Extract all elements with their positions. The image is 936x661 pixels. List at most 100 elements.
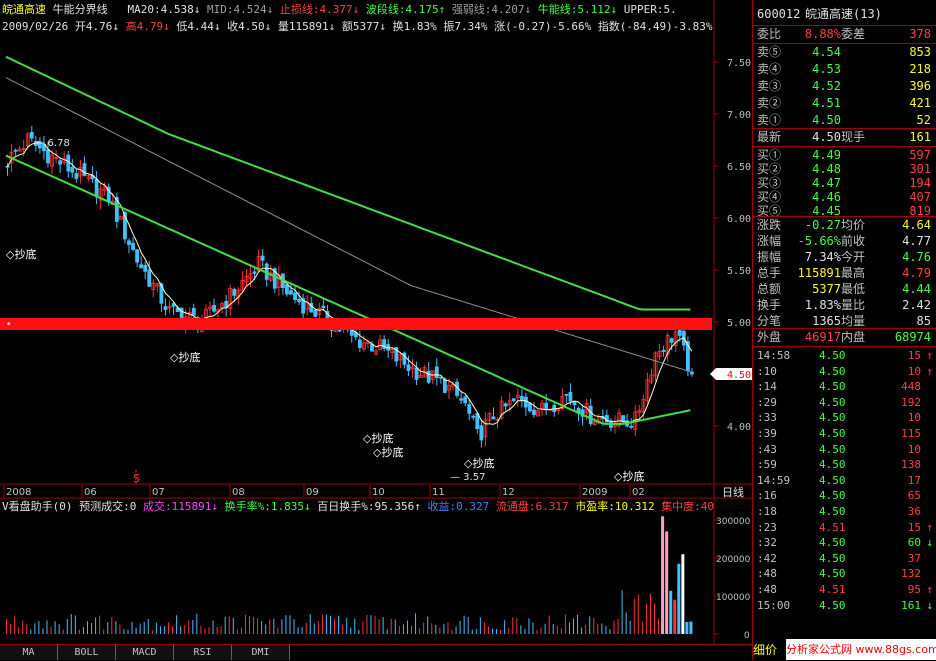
candle-body bbox=[212, 305, 216, 312]
tick-price: 4.50 bbox=[819, 349, 846, 362]
buy-signal-label: ◇抄底 bbox=[464, 456, 494, 470]
stat-value: 4.79 bbox=[902, 266, 931, 280]
tick-time: 14:59 bbox=[757, 473, 791, 487]
tick-time: :32 bbox=[757, 536, 777, 550]
pe-ratio: 市盈率:10.312 bbox=[575, 500, 655, 513]
stat-value: 1.83% bbox=[804, 298, 841, 312]
tick-direction-icon: ↑ bbox=[926, 520, 933, 534]
tick-time: :59 bbox=[757, 458, 777, 472]
candle-body bbox=[661, 349, 666, 352]
candle-body bbox=[260, 255, 265, 261]
tick-volume: 36 bbox=[907, 505, 921, 518]
stat-value: 4.44 bbox=[902, 282, 931, 296]
tick-row: :10 4.50 10 ↑ bbox=[753, 364, 936, 380]
candle-body bbox=[519, 396, 524, 401]
volume-value: 成交:115891↓ bbox=[143, 500, 218, 513]
sell-order-row: 卖② 4.51 421 bbox=[753, 95, 936, 112]
volume-axis-label: 300000 bbox=[716, 517, 751, 527]
order-volume: 218 bbox=[909, 62, 931, 76]
tick-price: 4.50 bbox=[819, 411, 846, 425]
candle-body bbox=[511, 398, 516, 402]
stat-row: 涨幅 -5.66% 前收 4.77 bbox=[753, 233, 936, 250]
tick-time: :43 bbox=[757, 442, 777, 456]
tick-row: :48 4.50 132 bbox=[753, 566, 936, 582]
tick-volume: 115 bbox=[901, 427, 921, 440]
tick-volume: 10 bbox=[907, 411, 921, 425]
tick-price: 4.51 bbox=[819, 520, 846, 534]
stop-loss-band-marker: • bbox=[6, 320, 11, 330]
hundred-day-turnover: 百日换手%:95.356↑ bbox=[317, 500, 421, 513]
candle-body bbox=[475, 413, 480, 430]
stat-label: 量比 bbox=[841, 298, 866, 312]
tick-volume: 10 bbox=[907, 442, 921, 456]
tab-boll[interactable]: BOLL bbox=[58, 645, 116, 660]
price-axis-label: 7.00 bbox=[727, 110, 751, 121]
buy-signal-label: ◇抄底 bbox=[170, 350, 200, 364]
date-axis-label: 11 bbox=[432, 487, 445, 498]
tick-volume: 161 bbox=[901, 598, 921, 612]
commission-ratio-value: 8.88% bbox=[804, 27, 841, 41]
date-axis-label: 06 bbox=[84, 487, 97, 498]
buy-signal-label: ◇抄底 bbox=[614, 469, 644, 483]
bull-line bbox=[5, 55, 691, 311]
candle-body bbox=[293, 292, 297, 300]
tick-price: 4.50 bbox=[819, 489, 846, 503]
candle-body bbox=[442, 378, 447, 393]
candle-body bbox=[479, 425, 484, 441]
kline-chart-area[interactable]: 7.507.006.506.005.505.004.504.00•4.50← 6… bbox=[0, 0, 752, 645]
tick-time: :48 bbox=[757, 583, 777, 596]
stat-value: 5377 bbox=[812, 282, 841, 296]
date-axis-label: 09 bbox=[306, 487, 319, 498]
inner-value: 68974 bbox=[894, 330, 931, 344]
detail-price-label: 细价 bbox=[753, 643, 778, 657]
stat-label: 换手 bbox=[757, 298, 782, 312]
candle-body bbox=[163, 306, 168, 310]
order-price: 4.52 bbox=[812, 79, 841, 93]
tick-row: :23 4.51 15 ↑ bbox=[753, 520, 936, 536]
tick-row: :59 4.50 138 bbox=[753, 457, 936, 473]
tick-row: :33 4.50 10 bbox=[753, 410, 936, 426]
date-axis-label: 12 bbox=[502, 487, 515, 498]
tick-row: :42 4.50 37 bbox=[753, 551, 936, 567]
price-axis-label: 5.50 bbox=[727, 266, 751, 277]
current-price-label: 4.50 bbox=[727, 370, 751, 381]
price-axis-label: 4.00 bbox=[727, 422, 751, 433]
stat-value: 4.77 bbox=[902, 234, 931, 248]
tick-row: 15:00 4.50 161 ↓ bbox=[753, 598, 936, 614]
tick-row: :14 4.50 448 bbox=[753, 379, 936, 395]
date-axis-label: 02 bbox=[632, 487, 645, 498]
sell-order-row: 卖⑤ 4.54 853 bbox=[753, 44, 936, 61]
candle-body bbox=[66, 154, 71, 172]
candle-body bbox=[289, 290, 293, 295]
tick-volume: 65 bbox=[907, 489, 921, 503]
strong-weak-value: 强弱线:4.207↓ bbox=[451, 3, 532, 16]
tab-ma[interactable]: MA bbox=[0, 645, 58, 660]
stat-label: 涨幅 bbox=[757, 234, 782, 248]
low-price-label: — 3.57 bbox=[450, 472, 485, 483]
tick-volume: 448 bbox=[901, 380, 921, 394]
tick-row: :16 4.50 65 bbox=[753, 488, 936, 504]
volume-header: V看盘助手(0) 预测成交:0 成交:115891↓ 换手率%:1.835↓ 百… bbox=[2, 500, 714, 513]
order-level-label: 卖⑤ bbox=[757, 45, 782, 59]
tick-row: 14:59 4.50 17 bbox=[753, 473, 936, 489]
stat-row: 振幅 7.34% 今开 4.76 bbox=[753, 249, 936, 266]
kline-chart-canvas[interactable]: 7.507.006.506.005.505.004.504.00•4.50← 6… bbox=[0, 0, 752, 645]
tick-time: :16 bbox=[757, 489, 777, 503]
tick-time: :14 bbox=[757, 380, 777, 394]
tick-time: :23 bbox=[757, 520, 777, 534]
tick-time: :48 bbox=[757, 567, 777, 581]
candle-body bbox=[467, 404, 472, 414]
tick-direction-icon: ↑ bbox=[926, 349, 933, 362]
bar-amount: 额5377↓ bbox=[341, 20, 386, 33]
volume-axis-label: 200000 bbox=[716, 555, 751, 565]
tick-volume: 15 bbox=[907, 520, 921, 534]
tab-rsi[interactable]: RSI bbox=[174, 645, 232, 660]
tab-macd[interactable]: MACD bbox=[116, 645, 174, 660]
candle-body bbox=[131, 242, 135, 250]
order-level-label: 卖① bbox=[757, 113, 782, 127]
candle-body bbox=[82, 163, 87, 176]
tab-dmi[interactable]: DMI bbox=[232, 645, 290, 660]
tick-volume: 37 bbox=[907, 551, 921, 565]
candle-body bbox=[629, 425, 634, 428]
commission-diff-value: 378 bbox=[909, 27, 931, 41]
